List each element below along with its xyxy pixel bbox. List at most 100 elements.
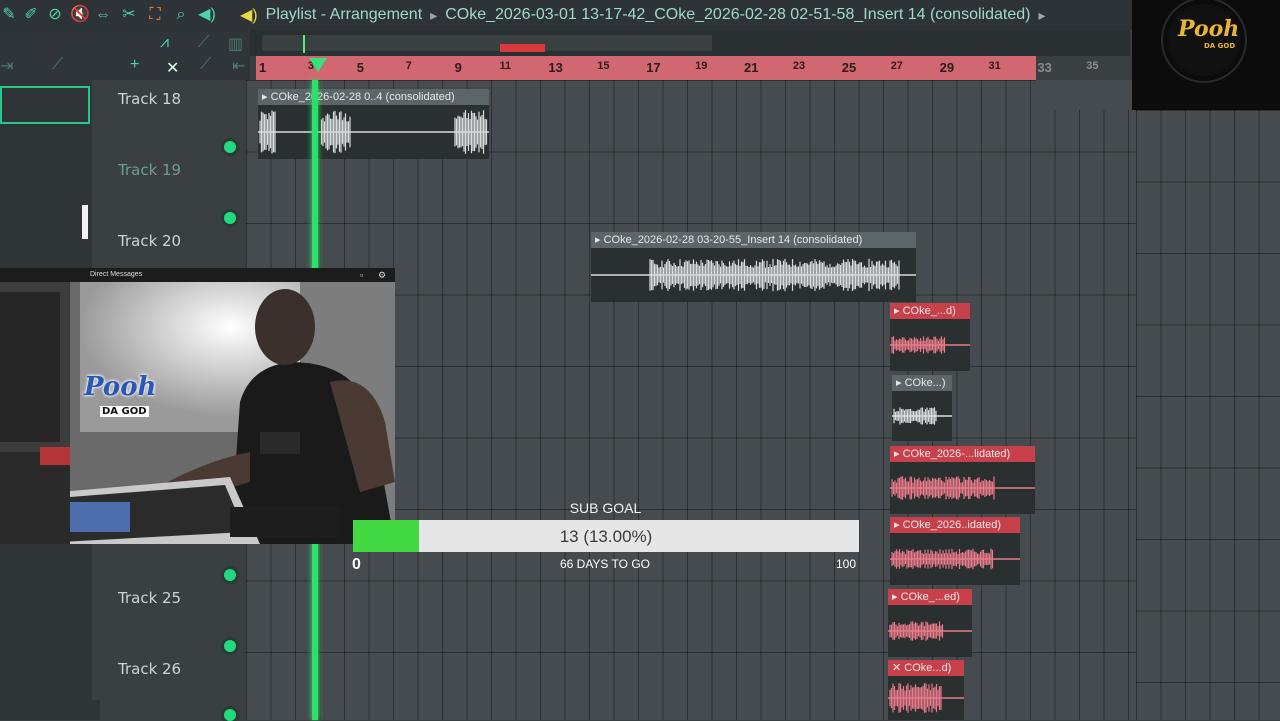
waveform-icon[interactable]: ⩘ (160, 34, 169, 52)
speaker-icon[interactable]: ◀) (240, 5, 258, 25)
clip-waveform (890, 336, 970, 354)
selected-channel[interactable] (0, 86, 90, 124)
playhead-marker-icon[interactable] (309, 58, 327, 72)
sub-goal-title: SUB GOAL (569, 500, 642, 516)
clip-arrow-icon: ▸ (896, 377, 905, 389)
ruler-tick-label: 21 (744, 60, 759, 75)
sub-goal-value: 13 (13.00%) (559, 527, 653, 546)
clip-arrow-icon: ▸ (892, 591, 901, 603)
audio-clip[interactable]: ▸ COke...) (892, 375, 952, 441)
brand-logo-subtext: DA GOD (1204, 42, 1236, 50)
track-label[interactable]: Track 18 (118, 90, 181, 108)
clip-title: ✕ COke...d) (888, 660, 964, 676)
webcam-feed: Pooh DA GOD (0, 282, 395, 544)
track-mute-led[interactable] (224, 709, 236, 721)
clip-title: ▸ COke_...d) (890, 303, 970, 319)
select-icon[interactable]: ⛶ (146, 6, 164, 24)
zoom-icon[interactable]: ⌕ (172, 6, 190, 24)
popout-icon[interactable]: ▫ (360, 268, 363, 282)
audio-clip[interactable]: ▸ COke_2026-...lidated) (890, 446, 1035, 514)
clip-title: ▸ COke_2026..idated) (890, 517, 1020, 533)
ruler-tick-label: 7 (405, 60, 412, 72)
ruler-tick-label: 33 (1037, 60, 1052, 75)
clip-title: ▸ COke...) (892, 375, 952, 391)
ruler-tick-label: 11 (499, 60, 512, 72)
settings-icon[interactable]: ⚙ (378, 268, 386, 282)
brand-logo-text: Pooh (1178, 16, 1240, 42)
ruler-tick-label: 29 (939, 60, 955, 75)
audio-clip[interactable]: ▸ COke_2026-02-28 03-20-55_Insert 14 (co… (591, 232, 916, 302)
position-cursor[interactable] (303, 35, 305, 53)
pencil-icon[interactable]: ✎ (0, 6, 18, 24)
loop-region-indicator (500, 44, 545, 52)
breadcrumb: COke_2026-03-01 13-17-42_COke_2026-02-28… (445, 6, 1031, 23)
clip-arrow-icon: ▸ (595, 234, 604, 246)
track-label[interactable]: Track 20 (118, 232, 181, 250)
sub-goal-min: 0 (352, 556, 361, 573)
ruler-tick-label: 27 (890, 60, 903, 72)
webcam-window-title: Direct Messages (90, 271, 143, 278)
clip-arrow-icon: ▸ (894, 448, 903, 460)
track-mute-led[interactable] (224, 212, 236, 224)
track-label[interactable]: Track 25 (118, 589, 181, 607)
piano-icon[interactable]: ▥ (228, 34, 243, 54)
audio-clip[interactable]: ▸ COke_2026-02-28 0..4 (consolidated) (258, 89, 489, 159)
ruler-tick-label: 23 (792, 60, 806, 72)
clip-waveform (591, 258, 916, 292)
ruler-tick-label: 1 (259, 60, 267, 75)
track-mute-led[interactable] (224, 640, 236, 652)
clip-waveform (258, 110, 489, 154)
delete-icon[interactable]: ⊘ (46, 6, 64, 24)
audio-clip[interactable]: ▸ COke_...d) (890, 303, 970, 371)
song-position-scrollbar[interactable] (262, 35, 712, 51)
panel-scrollbar[interactable] (82, 205, 88, 239)
clip-waveform (892, 407, 952, 425)
pencil-small-icon[interactable]: ⟋ (200, 56, 211, 74)
clip-waveform (890, 476, 1035, 500)
clip-waveform (890, 548, 1020, 570)
track-mute-led[interactable] (224, 141, 236, 153)
ruler-tick-label: 13 (548, 60, 563, 75)
audio-clip[interactable]: ▸ COke_...ed) (888, 589, 972, 657)
slice-icon[interactable]: ✂ (120, 6, 138, 24)
webcam-logo-text: Pooh (84, 372, 157, 402)
mute-icon[interactable]: 🔇 (70, 6, 90, 24)
ruler-tick-label: 15 (597, 60, 610, 72)
scroll-icon[interactable]: ⇤ (232, 56, 245, 76)
webcam-logo-subtext: DA GOD (100, 406, 149, 417)
ruler-tick-label: 5 (356, 60, 365, 75)
ruler-tick-label: 17 (646, 60, 661, 75)
webcam-scene (0, 282, 395, 544)
track-label[interactable]: Track 19 (118, 161, 181, 179)
sub-goal-days: 66 DAYS TO GO (559, 557, 651, 571)
slip-icon[interactable]: ⇔ (94, 6, 112, 24)
playback-icon[interactable]: ◀) (198, 6, 216, 24)
playlist-title-bar: ◀) Playlist - Arrangement ▸ COke_2026-03… (240, 4, 1045, 26)
playlist-grid-right[interactable] (1136, 110, 1280, 720)
brand-logo: Pooh DA GOD (1132, 0, 1280, 110)
ruler-tick-label: 25 (841, 60, 857, 75)
add-icon[interactable]: + (130, 56, 139, 74)
link-icon[interactable]: ⟋ (198, 34, 209, 52)
clip-title: ▸ COke_2026-02-28 03-20-55_Insert 14 (co… (591, 232, 916, 248)
pattern-icon[interactable]: ⟋ (52, 56, 63, 74)
track-label[interactable]: Track 26 (118, 660, 181, 678)
clip-arrow-icon: ▸ (262, 91, 271, 103)
clip-muted-icon: ✕ (892, 662, 905, 674)
paint-icon[interactable]: ✐ (22, 6, 40, 24)
sub-goal-max: 100 (836, 557, 857, 571)
audio-clip[interactable]: ▸ COke_2026..idated) (890, 517, 1020, 585)
ruler-tick-label: 19 (695, 60, 708, 72)
audio-clip[interactable]: ✕ COke...d) (888, 660, 964, 720)
ruler-tick-label: 9 (454, 60, 462, 75)
breadcrumb-arrow-icon: ▸ (430, 6, 438, 23)
clip-arrow-icon: ▸ (894, 519, 903, 531)
playlist-grid-top-right[interactable] (1036, 80, 1136, 110)
playlist-title: Playlist - Arrangement (265, 6, 423, 23)
close-icon[interactable]: ✕ (166, 58, 179, 78)
snap-icon[interactable]: ⇥ (0, 56, 13, 76)
ruler-tick-label: 35 (1086, 60, 1099, 72)
breadcrumb-end-arrow-icon: ▸ (1038, 6, 1046, 23)
track-mute-led[interactable] (224, 569, 236, 581)
clip-title: ▸ COke_2026-02-28 0..4 (consolidated) (258, 89, 489, 105)
